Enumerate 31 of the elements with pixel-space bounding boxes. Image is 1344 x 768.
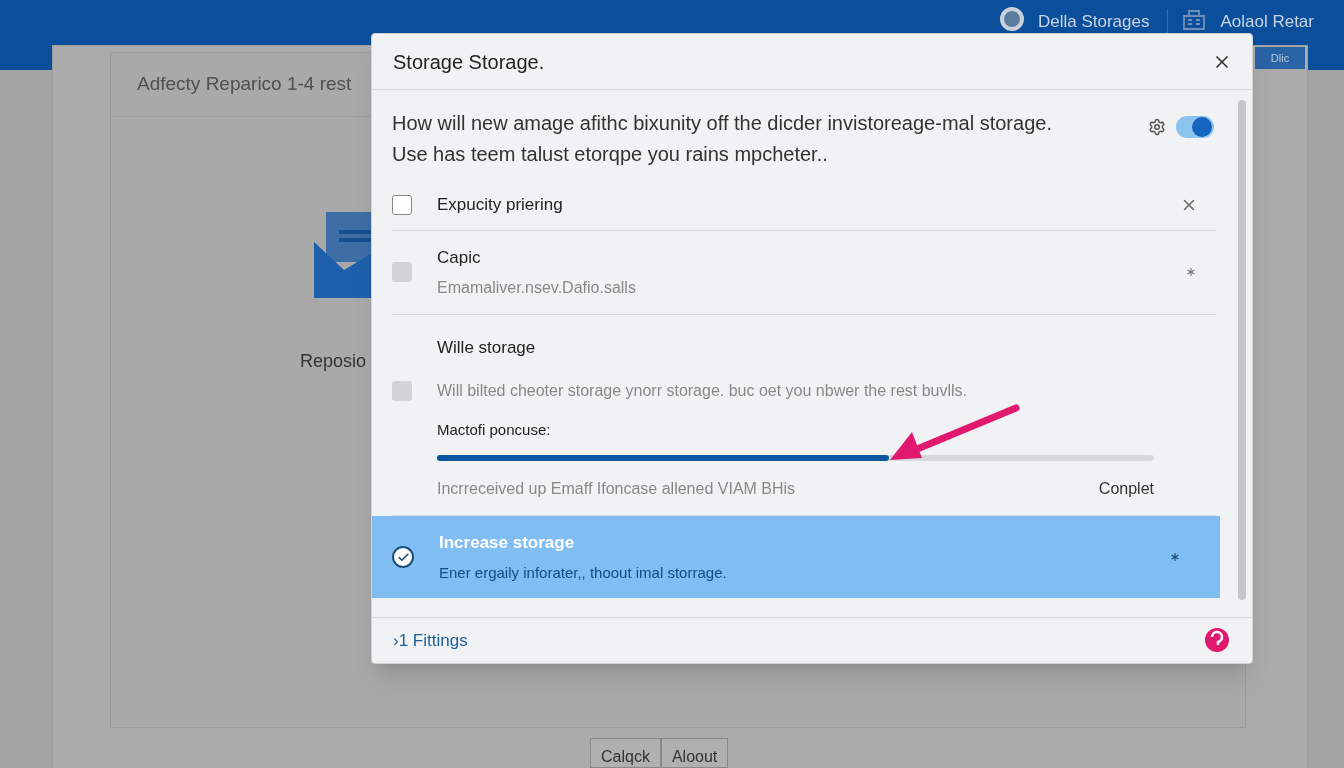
slider-caption: Incrreceived up Emaff Ifoncase allened VIAM BHis <box>437 479 796 499</box>
checkbox[interactable] <box>392 194 412 215</box>
envelope-icon <box>314 212 374 298</box>
corner-tab[interactable]: Dlic <box>1255 47 1305 69</box>
slider-status: Conplet <box>1098 479 1154 499</box>
loading-icon <box>999 7 1024 31</box>
option-title: Capic <box>437 246 482 269</box>
footer-button[interactable]: Aloout <box>660 738 729 768</box>
option-title: Increase storage <box>439 532 576 554</box>
option-description: Ener ergaily inforater,, thoout imal storrage. <box>439 562 728 583</box>
slider-label: Mactofi poncuse: <box>437 419 552 440</box>
footer-button[interactable]: Calqck <box>590 738 661 768</box>
scrollbar[interactable] <box>1238 100 1246 600</box>
building-icon <box>1182 8 1207 30</box>
settings-icon[interactable] <box>1148 118 1166 136</box>
option-title: Expucity priering <box>437 194 564 216</box>
option-row[interactable]: Increase storage Ener ergaily inforater,, thoout imal storrage. <box>372 516 1220 598</box>
check-icon <box>396 550 410 564</box>
dialog-title: Storage Storage. <box>393 49 545 75</box>
panel-title: Adfecty Reparico 1-4 rest <box>137 72 352 97</box>
asterisk-icon[interactable] <box>1168 550 1182 564</box>
option-description: Emamaliver.nsev.Dafio.salls <box>437 278 637 298</box>
option-description: Will bilted cheoter storage ynorr storage. buc oet you nbwer the rest buvlls. <box>437 380 968 401</box>
checkbox[interactable] <box>392 546 414 568</box>
toggle-switch[interactable] <box>1176 116 1214 138</box>
user-name[interactable]: Aolaol Retar <box>1220 9 1314 35</box>
panel-label: Reposio <box>300 350 367 373</box>
option-row[interactable]: Expucity priering <box>392 180 1216 231</box>
intro-text: How will new amage afithc bixunity off the dicder invistoreage-mal storage. Use has teem talust etorqpe you rains mpcheter.. <box>392 111 1053 167</box>
option-title: Wille storage <box>437 337 537 359</box>
settings-link[interactable]: ›1 Fittings <box>393 627 468 654</box>
